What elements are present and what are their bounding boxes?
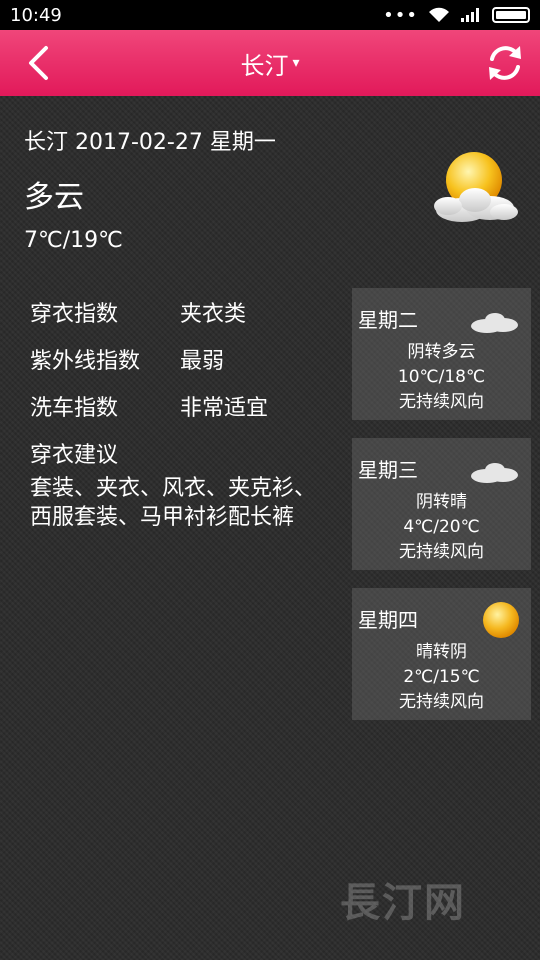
forecast-day: 星期四 — [358, 608, 418, 632]
index-label: 穿衣指数 — [30, 301, 119, 327]
forecast-wind: 无持续风向 — [399, 392, 484, 412]
app-bar: 长汀 ▾ — [0, 30, 540, 96]
city-selector[interactable]: 长汀 ▾ — [240, 46, 299, 81]
wifi-icon — [429, 7, 449, 22]
forecast-details: 阴转晴 4℃/20℃ 无持续风向 — [352, 490, 531, 565]
caret-down-icon: ▾ — [292, 55, 300, 71]
status-icons: ••• — [383, 5, 530, 26]
city-title: 长汀 — [240, 51, 289, 80]
forecast-weather: 晴转阴 — [416, 642, 467, 662]
index-value: 夹衣类 — [180, 301, 247, 327]
forecast-details: 阴转多云 10℃/18℃ 无持续风向 — [352, 340, 531, 415]
chevron-left-icon — [29, 46, 48, 80]
sun-icon — [483, 602, 519, 638]
forecast-day: 星期三 — [358, 458, 418, 482]
index-row-uv: 紫外线指数 最弱 — [30, 335, 330, 382]
today-section: 长汀 2017-02-27 星期一 多云 7℃/19℃ — [24, 128, 276, 253]
forecast-weather: 阴转晴 — [416, 492, 467, 512]
forecast-weather: 阴转多云 — [407, 342, 476, 362]
index-label: 洗车指数 — [30, 395, 119, 421]
forecast-temp: 10℃/18℃ — [397, 367, 486, 387]
advice-label: 穿衣建议 — [30, 442, 119, 468]
refresh-button[interactable] — [482, 40, 528, 86]
battery-icon — [492, 7, 530, 23]
watermark-logo: 長汀网 — [340, 879, 466, 926]
status-bar: 10:49 ••• — [0, 0, 540, 30]
forecast-card-tuesday: 星期二 阴转多云 10℃/18℃ 无持续风向 — [352, 288, 531, 420]
index-value: 非常适宜 — [180, 395, 269, 421]
refresh-icon — [489, 46, 521, 80]
index-label: 紫外线指数 — [30, 348, 141, 374]
cloud-icon — [471, 463, 518, 483]
forecast-details: 晴转阴 2℃/15℃ 无持续风向 — [352, 640, 531, 715]
forecast-card-thursday: 星期四 晴转阴 2℃/15℃ 无持续风向 — [352, 588, 531, 720]
forecast-temp: 4℃/20℃ — [403, 517, 480, 537]
index-value: 最弱 — [180, 348, 225, 374]
signal-icon — [461, 8, 479, 22]
index-row-clothing: 穿衣指数 夹衣类 — [30, 288, 330, 335]
status-time: 10:49 — [10, 4, 62, 26]
back-button[interactable] — [18, 42, 58, 84]
sun-cloud-icon — [434, 152, 518, 222]
forecast-temp: 2℃/15℃ — [403, 667, 480, 687]
forecast-day: 星期二 — [358, 308, 418, 332]
today-temperature: 7℃/19℃ — [24, 228, 123, 253]
forecast-wind: 无持续风向 — [399, 692, 484, 712]
cloud-icon — [471, 313, 518, 333]
forecast-wind: 无持续风向 — [399, 542, 484, 562]
today-description: 多云 — [24, 180, 84, 215]
index-list: 穿衣指数 夹衣类 紫外线指数 最弱 洗车指数 非常适宜 穿衣建议 套装、夹衣、风… — [30, 288, 330, 532]
index-row-carwash: 洗车指数 非常适宜 — [30, 382, 330, 429]
advice-text: 套装、夹衣、风衣、夹克衫、西服套装、马甲衬衫配长裤 — [30, 476, 317, 530]
notification-dots: ••• — [383, 4, 418, 26]
today-headline: 长汀 2017-02-27 星期一 — [24, 130, 276, 155]
forecast-card-wednesday: 星期三 阴转晴 4℃/20℃ 无持续风向 — [352, 438, 531, 570]
